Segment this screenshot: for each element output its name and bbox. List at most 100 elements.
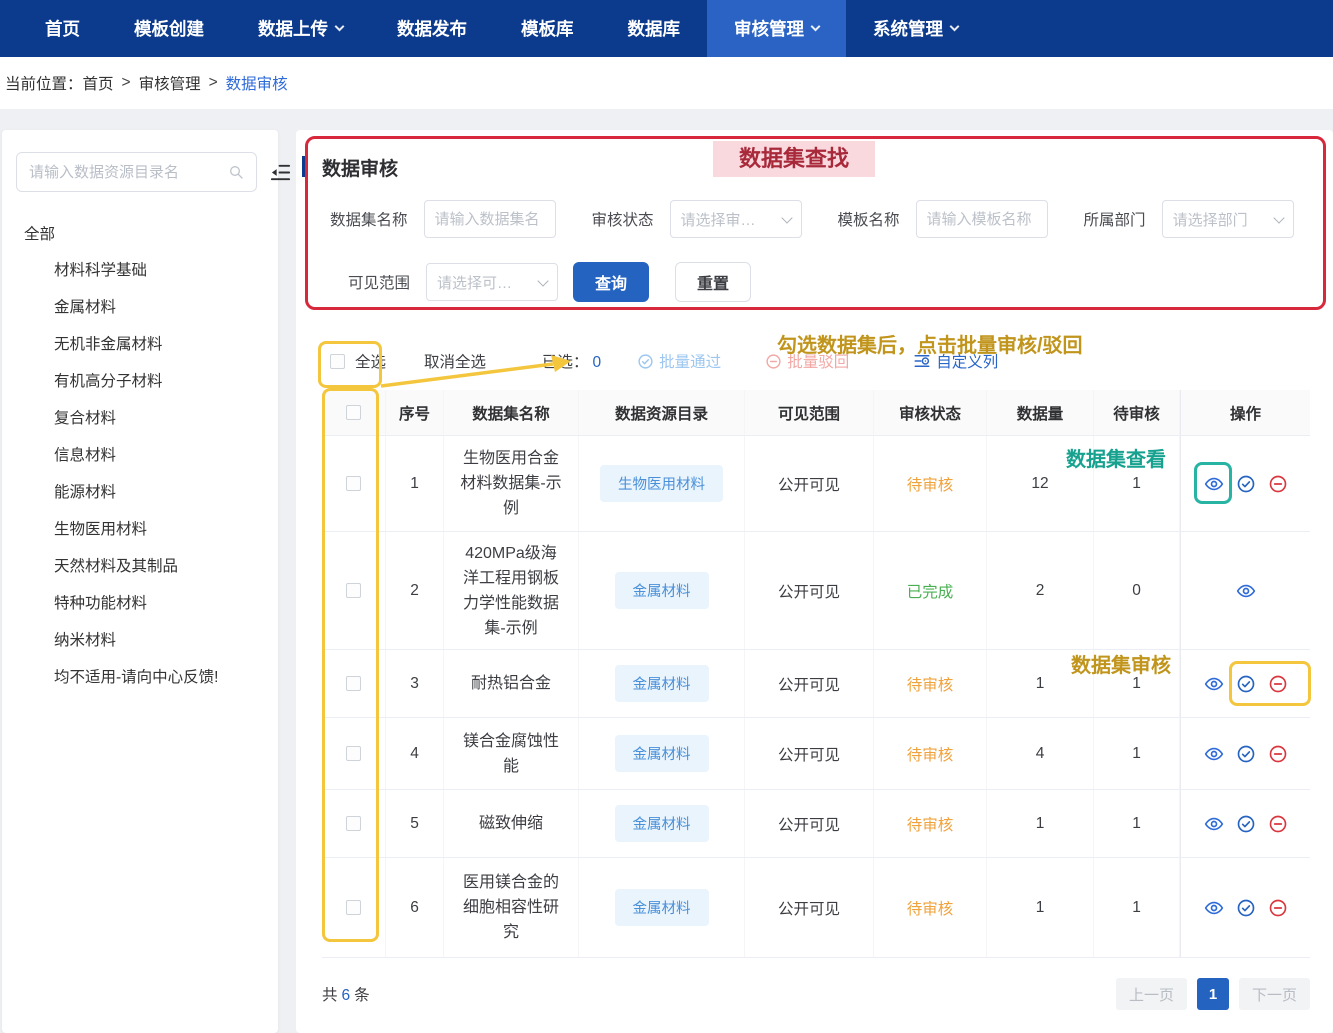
filter-select[interactable]: 请选择部门 — [1162, 200, 1294, 238]
tree-item[interactable]: 能源材料 — [24, 472, 278, 509]
select-all-label[interactable]: 全选 — [355, 350, 386, 372]
approve-button[interactable] — [1236, 474, 1256, 494]
page-1-button[interactable]: 1 — [1197, 978, 1229, 1010]
column-header: 序号 — [386, 390, 444, 435]
row-checkbox[interactable] — [346, 900, 361, 915]
row-checkbox[interactable] — [346, 476, 361, 491]
row-checkbox[interactable] — [346, 816, 361, 831]
tree-item[interactable]: 复合材料 — [24, 398, 278, 435]
sidebar-search[interactable] — [16, 152, 257, 192]
row-index: 6 — [386, 858, 444, 957]
header-checkbox[interactable] — [346, 405, 361, 420]
row-checkbox[interactable] — [346, 583, 361, 598]
view-button[interactable] — [1204, 744, 1224, 764]
filter-text-input[interactable] — [424, 200, 556, 238]
column-header: 操作 — [1180, 390, 1310, 435]
tree-item[interactable]: 生物医用材料 — [24, 509, 278, 546]
nav-item[interactable]: 数据发布 — [370, 0, 494, 57]
nav-item-label: 数据库 — [628, 16, 681, 41]
view-button[interactable] — [1204, 898, 1224, 918]
visibility: 公开可见 — [745, 532, 874, 649]
visibility: 公开可见 — [745, 650, 874, 717]
approve-button[interactable] — [1236, 674, 1256, 694]
approve-button[interactable] — [1236, 898, 1256, 918]
total-value: 6 — [342, 987, 351, 1004]
operations-cell — [1180, 858, 1310, 957]
selected-count-value: 0 — [593, 354, 602, 371]
collapse-tree-icon[interactable] — [269, 161, 292, 184]
tree-item[interactable]: 无机非金属材料 — [24, 324, 278, 361]
breadcrumb-link[interactable]: 审核管理 — [139, 72, 201, 94]
tree-item[interactable]: 材料科学基础 — [24, 250, 278, 287]
row-checkbox[interactable] — [346, 676, 361, 691]
nav-item[interactable]: 数据上传 — [231, 0, 370, 57]
custom-columns-button[interactable]: 自定义列 — [913, 350, 998, 372]
tree-item[interactable]: 天然材料及其制品 — [24, 546, 278, 583]
reject-button[interactable] — [1268, 744, 1288, 764]
status-badge: 已完成 — [907, 580, 954, 602]
approve-button[interactable] — [1236, 814, 1256, 834]
nav-item[interactable]: 首页 — [18, 0, 107, 57]
filter-select[interactable]: 请选择可… — [426, 263, 558, 301]
chevron-down-icon — [537, 275, 548, 286]
data-quantity: 12 — [987, 436, 1094, 531]
reject-button[interactable] — [1268, 898, 1288, 918]
nav-item[interactable]: 模板库 — [494, 0, 601, 57]
reject-button[interactable] — [1268, 674, 1288, 694]
column-header: 审核状态 — [874, 390, 987, 435]
top-nav: 首页 模板创建 数据上传 数据发布模板库 数据库 审核管理系统管理 — [0, 0, 1333, 57]
batch-approve-button[interactable]: 批量通过 — [637, 350, 721, 372]
prev-page-button[interactable]: 上一页 — [1116, 978, 1187, 1010]
tree-item[interactable]: 信息材料 — [24, 435, 278, 472]
filter-input[interactable] — [435, 211, 545, 228]
nav-item[interactable]: 模板创建 — [107, 0, 231, 57]
chevron-down-icon — [335, 22, 345, 32]
breadcrumb-link[interactable]: 数据审核 — [226, 72, 288, 94]
filter-text-input[interactable] — [916, 200, 1048, 238]
view-button[interactable] — [1236, 581, 1256, 601]
filter-input[interactable] — [927, 211, 1037, 228]
select-placeholder: 请选择审… — [681, 209, 756, 230]
operations — [1236, 581, 1256, 601]
catalog-tag: 金属材料 — [615, 889, 709, 926]
pending-count: 1 — [1094, 858, 1180, 957]
nav-item[interactable]: 数据库 — [601, 0, 708, 57]
view-button[interactable] — [1204, 474, 1224, 494]
tree-item[interactable]: 纳米材料 — [24, 620, 278, 657]
select-placeholder: 请选择部门 — [1173, 209, 1248, 230]
batch-reject-button[interactable]: 批量驳回 — [765, 350, 849, 372]
tree-item-root[interactable]: 全部 — [24, 216, 278, 250]
operations-cell — [1180, 532, 1310, 649]
page-title: 数据审核 — [322, 154, 398, 181]
nav-item[interactable]: 审核管理 — [707, 0, 846, 57]
visibility: 公开可见 — [745, 858, 874, 957]
pending-count: 1 — [1094, 650, 1180, 717]
tree-item[interactable]: 金属材料 — [24, 287, 278, 324]
nav-item[interactable]: 系统管理 — [846, 0, 985, 57]
nav-item-label: 首页 — [45, 16, 80, 41]
reject-button[interactable] — [1268, 474, 1288, 494]
chevron-down-icon — [781, 212, 792, 223]
filter-select[interactable]: 请选择审… — [670, 200, 802, 238]
select-all-checkbox[interactable] — [330, 354, 345, 369]
approve-button[interactable] — [1236, 744, 1256, 764]
search-button[interactable]: 查询 — [573, 262, 649, 302]
toolbar: 全选 取消全选 已选：0 批量通过 批量驳回 自定义列 — [330, 350, 998, 372]
catalog-tag: 金属材料 — [615, 665, 709, 702]
data-quantity: 1 — [987, 650, 1094, 717]
reject-button[interactable] — [1268, 814, 1288, 834]
nav-item-label: 数据上传 — [258, 16, 328, 41]
breadcrumb-link[interactable]: 首页 — [83, 72, 114, 94]
tree-item[interactable]: 均不适用-请向中心反馈! — [24, 657, 278, 694]
row-checkbox[interactable] — [346, 746, 361, 761]
sidebar-search-input[interactable] — [29, 164, 228, 181]
tree-item[interactable]: 特种功能材料 — [24, 583, 278, 620]
next-page-button[interactable]: 下一页 — [1239, 978, 1310, 1010]
view-button[interactable] — [1204, 814, 1224, 834]
deselect-all-button[interactable]: 取消全选 — [424, 350, 486, 372]
view-button[interactable] — [1204, 674, 1224, 694]
reset-button[interactable]: 重置 — [675, 262, 751, 302]
total-suffix: 条 — [354, 987, 370, 1004]
tree-item[interactable]: 有机高分子材料 — [24, 361, 278, 398]
status-cell: 待审核 — [874, 718, 987, 789]
